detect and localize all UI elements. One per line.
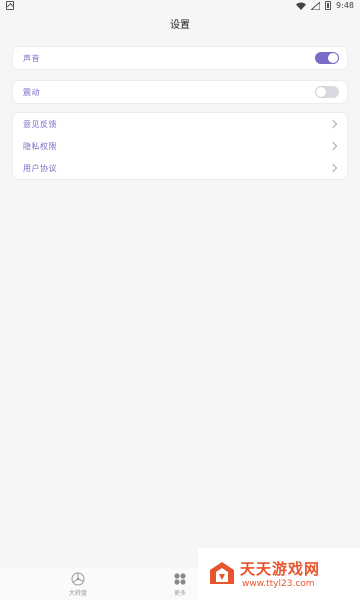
page-title: 设置 xyxy=(170,20,190,31)
status-bar: 9:48 xyxy=(0,0,360,12)
grid-icon xyxy=(174,573,186,585)
nav-label-wheel: 大转盘 xyxy=(68,590,87,597)
status-left xyxy=(6,1,14,12)
feedback-label: 意见反馈 xyxy=(23,119,57,129)
watermark: 天天游戏网 www.ttyl23.com xyxy=(198,548,360,600)
watermark-url: www.ttyl23.com xyxy=(242,579,315,589)
wheel-icon xyxy=(71,572,85,586)
privacy-label: 隐私权限 xyxy=(23,141,57,151)
signal-icon xyxy=(311,1,321,10)
chevron-right-icon xyxy=(328,119,338,129)
vibration-toggle[interactable] xyxy=(315,86,339,98)
sound-row: 声音 xyxy=(13,47,347,69)
wifi-icon xyxy=(296,2,307,10)
chevron-right-icon xyxy=(328,163,338,173)
nav-label-more: 更多 xyxy=(173,590,186,597)
sound-toggle[interactable] xyxy=(315,52,339,64)
sound-card: 声音 xyxy=(12,46,348,70)
vibration-row: 震动 xyxy=(13,81,347,103)
links-card: 意见反馈 隐私权限 用户协议 xyxy=(12,112,348,180)
app-notification-icon xyxy=(6,1,14,10)
vibration-label: 震动 xyxy=(23,87,40,97)
nav-item-wheel[interactable]: 大转盘 xyxy=(58,572,98,597)
sound-label: 声音 xyxy=(23,53,40,63)
watermark-title: 天天游戏网 xyxy=(240,560,321,578)
nav-item-more[interactable]: 更多 xyxy=(160,572,200,597)
status-right: 9:48 xyxy=(296,1,354,10)
vibration-card: 震动 xyxy=(12,80,348,104)
battery-icon xyxy=(325,1,332,10)
feedback-row[interactable]: 意见反馈 xyxy=(13,113,347,135)
chevron-right-icon xyxy=(328,141,338,151)
watermark-logo-icon xyxy=(210,562,234,584)
privacy-row[interactable]: 隐私权限 xyxy=(13,135,347,157)
status-time: 9:48 xyxy=(336,1,354,10)
user-agreement-label: 用户协议 xyxy=(23,163,57,173)
user-agreement-row[interactable]: 用户协议 xyxy=(13,157,347,179)
